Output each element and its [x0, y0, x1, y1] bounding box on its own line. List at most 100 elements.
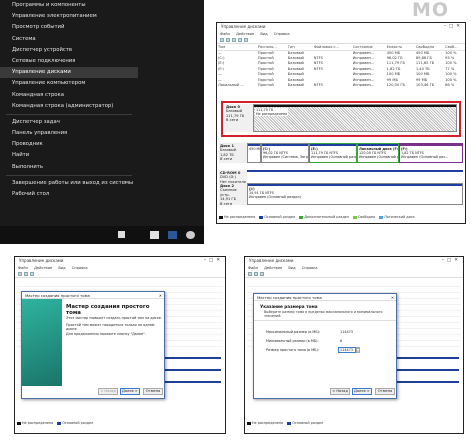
cancel-button[interactable]: Отмена	[143, 388, 163, 395]
disk0-row[interactable]: Диск 0 Базовый 111,79 ГБ В сети 111,79 Г…	[225, 104, 457, 132]
winx-menu-item[interactable]: Найти	[0, 150, 138, 161]
forward-icon[interactable]	[254, 272, 258, 276]
word-icon[interactable]	[168, 231, 177, 239]
wizard-text-2: Простой том может находиться только на о…	[66, 323, 155, 331]
wizard-dialog-2: Мастер создания простого тома ✕ Указание…	[253, 293, 397, 399]
winx-menu-item[interactable]: Программы и компоненты	[0, 0, 138, 11]
forward-icon[interactable]	[226, 38, 230, 42]
menu-action[interactable]: Действие	[236, 32, 254, 36]
cdrom-label: CD-ROM 0 DVD (D:) Нет носителя	[219, 170, 247, 184]
properties-icon[interactable]	[260, 272, 264, 276]
disk1-part-3[interactable]: Локальный диск (F:) 120,00 ГБ NTFS Испра…	[357, 143, 399, 163]
cancel-button[interactable]: Отмена	[375, 388, 395, 395]
close-icon[interactable]: ✕	[159, 292, 162, 299]
disk2-part[interactable]: (J:) 14,91 ГБ NTFS Исправен (Основной ра…	[247, 183, 463, 205]
winx-menu-item[interactable]: Просмотр событий	[0, 22, 138, 33]
menu-view[interactable]: Вид	[288, 266, 295, 270]
close-icon[interactable]: ✕	[391, 294, 394, 301]
dialog-title-bar: Мастер создания простого тома ✕	[22, 292, 164, 299]
properties-icon[interactable]	[30, 272, 34, 276]
background-disk-bars	[395, 357, 459, 391]
winx-menu-item[interactable]: Рабочий стол	[0, 189, 138, 200]
volume-size-stepper[interactable]: ▴ ▾	[356, 347, 360, 353]
wizard-heading: Мастер создания простого тома	[66, 304, 150, 316]
table-row[interactable]: Локальный ... Простой Базовый NTFS Исправен.…	[217, 82, 465, 87]
film-icon[interactable]	[150, 231, 159, 239]
disk1-row[interactable]: Диск 1 Базовый 1,82 ТБ В сети 450 МБ (C:…	[219, 143, 463, 163]
back-icon[interactable]	[248, 272, 252, 276]
menu-help[interactable]: Справка	[274, 32, 290, 36]
cdrom-part[interactable]	[247, 170, 463, 183]
winx-menu-item[interactable]: Система	[0, 34, 138, 45]
winx-menu-item[interactable]: Управление электропитанием	[0, 11, 138, 22]
winx-menu-item[interactable]: Панель управления	[0, 128, 138, 139]
back-button[interactable]: < Назад	[98, 388, 118, 395]
forward-icon[interactable]	[24, 272, 28, 276]
menu-help[interactable]: Справка	[302, 266, 318, 270]
cdrom-row[interactable]: CD-ROM 0 DVD (D:) Нет носителя	[219, 170, 463, 184]
table-cell: 86 %	[445, 83, 455, 88]
menu-file[interactable]: Файл	[220, 32, 230, 36]
winx-menu-item[interactable]: Командная строка	[0, 90, 138, 101]
back-icon[interactable]	[18, 272, 22, 276]
menu-action[interactable]: Действие	[264, 266, 282, 270]
winx-menu-item[interactable]: Проводник	[0, 139, 138, 150]
window-controls[interactable]: –□✕	[444, 23, 463, 31]
winx-menu-item[interactable]: Диспетчер задач	[0, 117, 138, 128]
disk1-part-2[interactable]: (E:) 111,79 ГБ NTFS Исправен (Основной р…	[309, 143, 357, 163]
menu-action[interactable]: Действие	[34, 266, 52, 270]
winx-menu-item[interactable]: Управление дисками	[0, 67, 138, 79]
disk0-part-label: Не распределена	[256, 112, 288, 117]
toolbar	[245, 271, 463, 278]
refresh-icon[interactable]	[244, 38, 248, 42]
menu-separator	[6, 174, 132, 176]
min-size-label: Минимальный размер (в МБ):	[266, 339, 319, 343]
winx-menu-item[interactable]: Сетевые подключения	[0, 56, 138, 67]
next-button[interactable]: Далее >	[352, 388, 372, 395]
next-button[interactable]: Далее >	[120, 388, 140, 395]
primary-bar	[248, 184, 462, 186]
disk2-status: В сети	[220, 201, 233, 206]
window-title-bar: Управление дисками –□✕	[15, 257, 225, 265]
window-controls[interactable]: –□✕	[442, 257, 461, 265]
disk2-row[interactable]: Диск 2 Съемное устр. 14,91 ГБ В сети (J:…	[219, 183, 463, 206]
part-size: 450 МБ	[249, 147, 261, 151]
winx-menu-item[interactable]: Управление компьютером	[0, 78, 138, 89]
disk0-unallocated[interactable]: 111,79 ГБ Не распределена	[253, 104, 457, 132]
wizard-dialog-1: Мастер создания простого тома ✕ Мастер с…	[21, 291, 165, 399]
max-size-label: Максимальный размер (в МБ):	[266, 330, 321, 334]
help-icon[interactable]	[238, 38, 242, 42]
window-title-bar: Управление дисками –□✕	[217, 23, 465, 31]
menu-help[interactable]: Справка	[72, 266, 88, 270]
winx-menu-item[interactable]: Выполнить	[0, 162, 138, 173]
part-desc: Исправен (Основной раздел)	[359, 155, 399, 160]
primary-bar	[247, 170, 463, 172]
toolbar	[15, 271, 225, 278]
part-desc: Исправен (Основной раздел)	[311, 155, 356, 160]
disk1-part-0[interactable]: 450 МБ	[247, 143, 261, 163]
wizard-heading: Указание размера тома	[260, 304, 318, 309]
disk1-part-4[interactable]: (F:) 1,82 ТБ NTFS Исправен (Основной раз…	[399, 143, 463, 163]
menu-file[interactable]: Файл	[248, 266, 258, 270]
menu-file[interactable]: Файл	[18, 266, 28, 270]
gear-icon[interactable]	[186, 231, 195, 239]
disk0-status: В сети	[226, 118, 239, 123]
winx-menu-item[interactable]: Диспетчер устройств	[0, 45, 138, 56]
legend-unallocated: Не распределена	[219, 215, 255, 219]
disk1-part-1[interactable]: (C:) 96,02 ГБ NTFS Исправен (Система, За…	[261, 143, 309, 163]
back-icon[interactable]	[220, 38, 224, 42]
disk1-label: Диск 1 Базовый 1,82 ТБ В сети	[219, 143, 247, 163]
back-button[interactable]: < Назад	[330, 388, 350, 395]
winx-menu-item[interactable]: Завершение работы или выход из системы	[0, 178, 138, 189]
window-controls[interactable]: –□✕	[204, 257, 223, 265]
properties-icon[interactable]	[232, 38, 236, 42]
task-view-icon[interactable]	[118, 231, 125, 238]
dialog-title: Мастер создания простого тома	[257, 295, 322, 300]
primary-bar	[248, 144, 260, 146]
menu-view[interactable]: Вид	[58, 266, 65, 270]
volume-size-input[interactable]: 114473	[338, 347, 356, 353]
wizard-divider	[254, 320, 396, 321]
winx-menu-item[interactable]: Командная строка (администратор)	[0, 101, 138, 112]
menu-view[interactable]: Вид	[260, 32, 267, 36]
min-size-value: 8	[340, 339, 343, 343]
